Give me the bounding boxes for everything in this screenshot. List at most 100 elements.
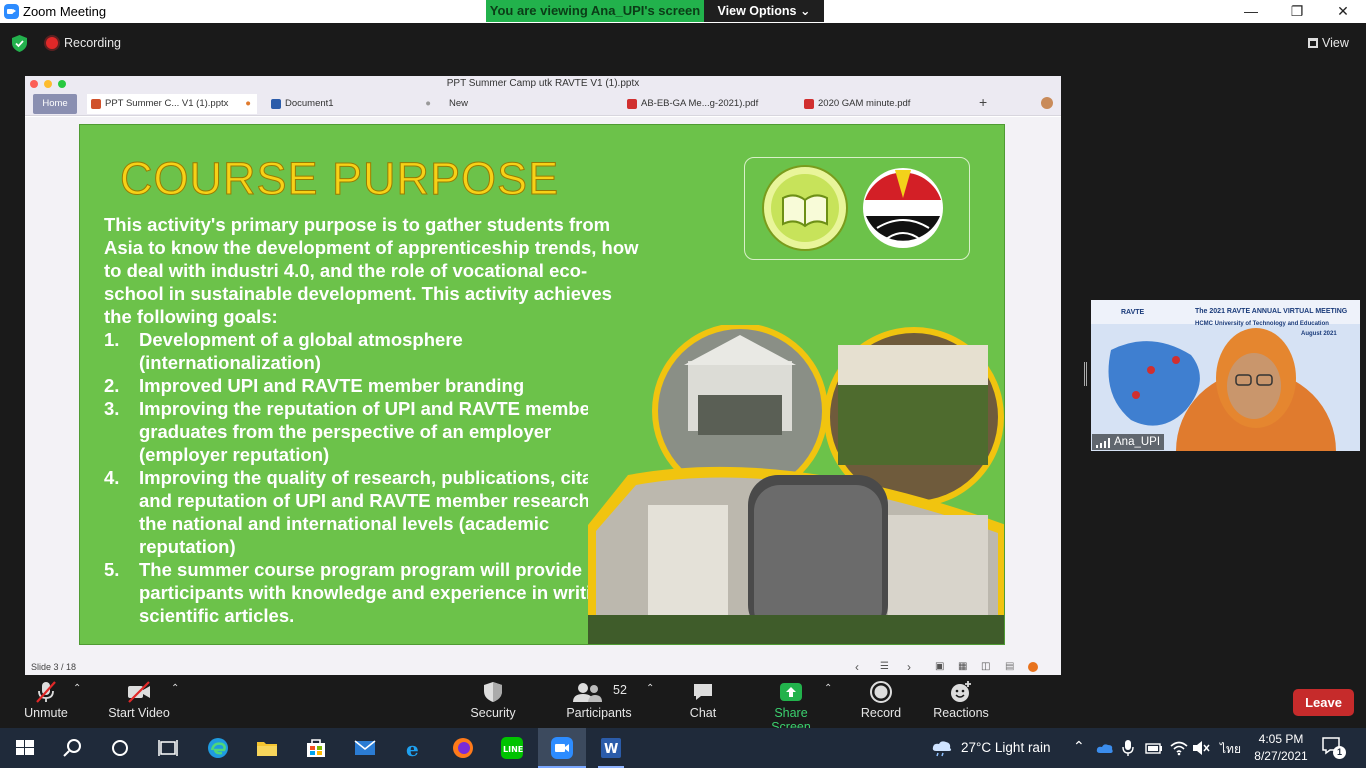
- reading-view-icon[interactable]: ◫: [981, 661, 990, 672]
- video-banner-line1: The 2021 RAVTE ANNUAL VIRTUAL MEETING: [1195, 308, 1348, 315]
- close-dot-icon[interactable]: [30, 80, 38, 88]
- goal-item-1: 1. Development of a global atmosphere (i…: [104, 328, 644, 374]
- word-app-icon[interactable]: W: [599, 736, 623, 760]
- tab-dot-icon: ●: [425, 98, 431, 109]
- minimize-icon[interactable]: —: [1228, 0, 1274, 23]
- firefox-icon[interactable]: [451, 736, 475, 760]
- slideshow-play-icon[interactable]: [1028, 662, 1038, 672]
- microphone-tray-icon[interactable]: [1122, 739, 1134, 757]
- view-label: View: [1322, 36, 1349, 50]
- tab-document1-label: Document1: [285, 98, 334, 109]
- chat-bubble-icon: [694, 684, 712, 700]
- video-options-chevron-icon[interactable]: ⌃: [171, 683, 179, 694]
- input-language-indicator[interactable]: ไทย: [1220, 740, 1241, 759]
- speaker-muted-icon[interactable]: [1192, 740, 1210, 756]
- mail-icon[interactable]: [353, 736, 377, 760]
- battery-icon[interactable]: [1145, 741, 1163, 755]
- taskbar-clock[interactable]: 4:05 PM 8/27/2021: [1253, 731, 1309, 765]
- goal-item-3: 3. Improving the reputation of UPI and R…: [104, 397, 644, 466]
- zoom-app-icon: [4, 4, 19, 19]
- tab-home[interactable]: Home: [33, 94, 77, 114]
- security-label: Security: [470, 706, 516, 720]
- tab-new[interactable]: New: [445, 94, 615, 114]
- close-icon[interactable]: ✕: [1320, 0, 1366, 23]
- ppt-tab-bar: Home PPT Summer C... V1 (1).pptx ● Docum…: [25, 92, 1061, 116]
- edge-browser-icon[interactable]: [206, 736, 230, 760]
- search-icon[interactable]: [61, 736, 85, 760]
- action-center-button[interactable]: 1: [1322, 737, 1346, 759]
- weather-text[interactable]: 27°C Light rain: [961, 740, 1050, 755]
- next-slide-icon[interactable]: ›: [907, 660, 911, 674]
- smiley-icon: [951, 681, 971, 702]
- record-button[interactable]: Record: [858, 680, 904, 720]
- share-screen-button[interactable]: Share Screen: [754, 680, 828, 734]
- restore-icon[interactable]: ❐: [1274, 0, 1320, 23]
- internet-explorer-icon[interactable]: e: [402, 736, 426, 760]
- tab-pptx[interactable]: PPT Summer C... V1 (1).pptx ●: [87, 94, 257, 114]
- slide-sorter-icon[interactable]: ▦: [958, 661, 967, 672]
- ravte-logo-text: RAVTE: [1121, 309, 1145, 316]
- presenter-view-icon[interactable]: ▤: [1005, 661, 1014, 672]
- share-screen-icon: [780, 683, 802, 701]
- view-options-label: View Options: [717, 4, 797, 18]
- encryption-shield-icon[interactable]: [12, 35, 27, 52]
- security-button[interactable]: Security: [466, 680, 520, 720]
- goal-number: 4.: [104, 467, 120, 488]
- maximize-dot-icon[interactable]: [58, 80, 66, 88]
- svg-text:W: W: [604, 742, 618, 757]
- slide-title: COURSE PURPOSE: [119, 153, 560, 205]
- record-icon: [870, 681, 892, 703]
- tab-document1[interactable]: Document1 ●: [267, 94, 437, 114]
- campus-photos-image: [588, 325, 1004, 644]
- book-logo-icon: [762, 165, 848, 251]
- chat-label: Chat: [689, 706, 717, 720]
- goal-number: 1.: [104, 329, 120, 350]
- view-layout-button[interactable]: View: [1308, 36, 1349, 50]
- start-video-button[interactable]: Start Video: [104, 680, 174, 720]
- weather-cloud-rain-icon[interactable]: [931, 739, 953, 757]
- add-tab-icon[interactable]: +: [979, 94, 987, 110]
- line-app-icon[interactable]: LINE: [500, 736, 524, 760]
- slide-list-icon[interactable]: ☰: [880, 661, 889, 672]
- slide-intro-text: This activity's primary purpose is to ga…: [104, 214, 639, 327]
- minimize-dot-icon[interactable]: [44, 80, 52, 88]
- participant-name-label: Ana_UPI: [1092, 434, 1164, 450]
- recording-label[interactable]: Recording: [64, 36, 121, 50]
- participants-label: Participants: [566, 706, 632, 720]
- unmute-button[interactable]: Unmute: [16, 680, 76, 720]
- meeting-top-strip: [0, 23, 1366, 68]
- video-banner-line2: HCMC University of Technology and Educat…: [1195, 321, 1329, 327]
- tab-pdf-ab-eb[interactable]: AB-EB-GA Me...g-2021).pdf: [623, 94, 793, 114]
- show-hidden-icons-chevron-icon[interactable]: ⌃: [1073, 738, 1085, 755]
- onedrive-cloud-icon[interactable]: [1096, 741, 1114, 755]
- task-view-icon[interactable]: [156, 736, 180, 760]
- unmute-label: Unmute: [24, 706, 68, 720]
- cortana-icon[interactable]: [108, 736, 132, 760]
- file-explorer-icon[interactable]: [255, 736, 279, 760]
- prev-slide-icon[interactable]: ‹: [855, 660, 859, 674]
- share-options-chevron-icon[interactable]: ⌃: [824, 683, 832, 694]
- participants-options-chevron-icon[interactable]: ⌃: [646, 683, 654, 694]
- goal-item-5: 5. The summer course program program wil…: [104, 558, 644, 627]
- user-avatar-icon[interactable]: [1041, 97, 1053, 109]
- svg-text:LINE: LINE: [503, 745, 523, 754]
- audio-options-chevron-icon[interactable]: ⌃: [73, 683, 81, 694]
- panel-splitter-handle[interactable]: [1084, 362, 1087, 386]
- microphone-muted-icon: [36, 681, 56, 703]
- tab-pdf-gam[interactable]: 2020 GAM minute.pdf: [800, 94, 970, 114]
- signal-bars-icon: [1096, 437, 1110, 448]
- wifi-icon[interactable]: [1170, 740, 1188, 756]
- normal-view-icon[interactable]: ▣: [935, 661, 944, 672]
- zoom-taskbar-item[interactable]: [538, 728, 586, 768]
- chat-button[interactable]: Chat: [683, 680, 723, 720]
- reactions-button[interactable]: Reactions: [932, 680, 990, 720]
- reactions-label: Reactions: [933, 706, 989, 720]
- participant-video-tile[interactable]: RAVTE The 2021 RAVTE ANNUAL VIRTUAL MEET…: [1091, 300, 1360, 451]
- view-options-button[interactable]: View Options ⌄: [704, 0, 824, 22]
- goal-text: The summer course program program will p…: [139, 559, 614, 626]
- clock-time: 4:05 PM: [1258, 732, 1304, 746]
- windows-start-icon[interactable]: [13, 736, 37, 760]
- leave-button[interactable]: Leave: [1293, 689, 1354, 716]
- chevron-down-icon: ⌄: [799, 4, 811, 18]
- store-icon[interactable]: [304, 736, 328, 760]
